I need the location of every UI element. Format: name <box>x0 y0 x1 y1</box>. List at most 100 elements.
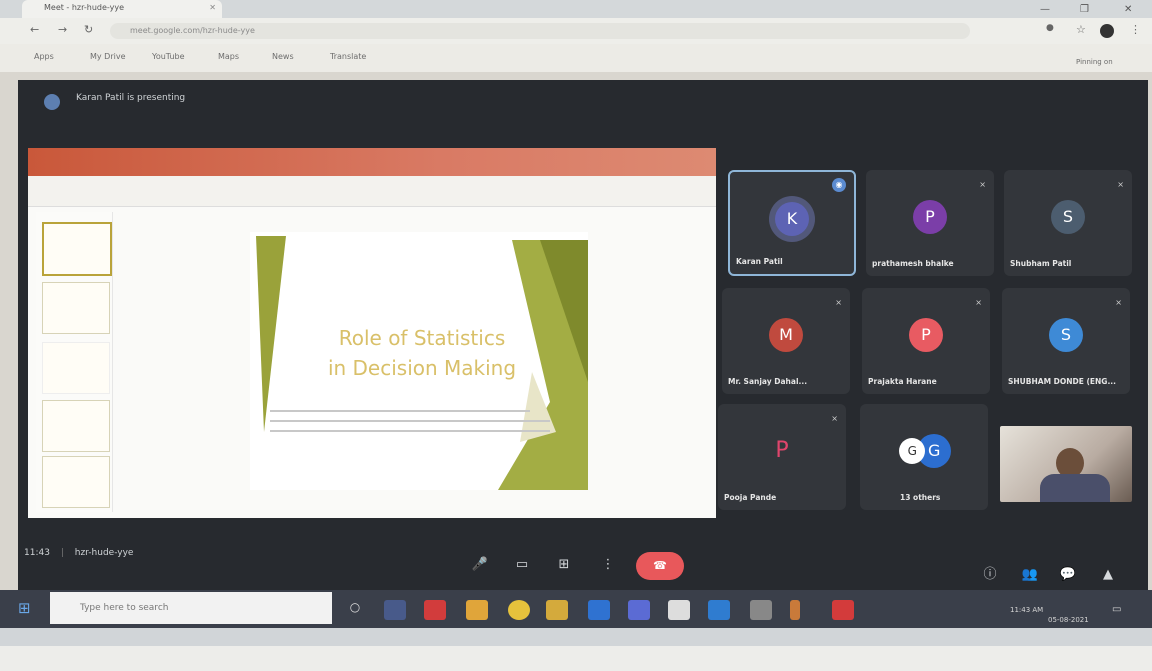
browser-tab[interactable]: Meet - hzr-hude-yye ✕ <box>22 0 222 18</box>
minimize-icon[interactable]: — <box>1040 4 1050 15</box>
mic-button[interactable]: 🎤 <box>466 552 494 578</box>
reload-icon[interactable]: ↻ <box>84 23 93 36</box>
camera-button[interactable]: ▭ <box>508 552 536 578</box>
participant-name: SHUBHAM DONDE (ENG... <box>1008 377 1117 386</box>
close-window-icon[interactable]: ✕ <box>1124 4 1132 15</box>
edge-icon[interactable] <box>588 600 610 620</box>
bookmark-translate[interactable]: Translate <box>330 52 366 61</box>
participant-name: Prajakta Harane <box>868 377 937 386</box>
slide-author-line <box>270 430 550 432</box>
taskbar-search-input[interactable]: Type here to search <box>50 592 332 624</box>
end-call-button[interactable]: ☎ <box>636 552 684 580</box>
url-field[interactable]: meet.google.com/hzr-hude-yye <box>110 23 970 39</box>
people-icon[interactable]: 👥 <box>1016 562 1044 588</box>
powerpoint-ribbon <box>28 176 716 207</box>
file-explorer-icon[interactable] <box>466 600 488 620</box>
browser-tab-bar: Meet - hzr-hude-yye ✕ — ❐ ✕ <box>0 0 1152 18</box>
star-icon[interactable]: ☆ <box>1076 23 1086 36</box>
speaking-icon: ◉ <box>832 178 846 192</box>
participant-name: Karan Patil <box>736 257 783 266</box>
self-video-tile[interactable] <box>1000 426 1132 502</box>
search-placeholder: Type here to search <box>80 603 169 613</box>
bookmark-my-drive[interactable]: My Drive <box>90 52 126 61</box>
back-icon[interactable]: ← <box>30 23 39 36</box>
slide-thumbnail[interactable] <box>42 282 110 334</box>
participant-tile[interactable]: S SHUBHAM DONDE (ENG... ⨯ <box>1002 288 1130 394</box>
store-icon[interactable] <box>668 600 690 620</box>
profile-avatar[interactable] <box>1100 24 1114 38</box>
participant-tile[interactable]: P Prajakta Harane ⨯ <box>862 288 990 394</box>
slide-author-line <box>270 420 550 422</box>
background-browser-address <box>0 646 1152 671</box>
clock-time[interactable]: 11:43 AM <box>1010 606 1043 614</box>
slide-title-line1: Role of Statistics <box>338 326 506 350</box>
bookmark-youtube[interactable]: YouTube <box>152 52 185 61</box>
participant-name: Shubham Patil <box>1010 259 1072 268</box>
bookmark-news[interactable]: News <box>272 52 294 61</box>
participant-avatar: K <box>775 202 809 236</box>
participant-avatar: P <box>775 438 789 463</box>
more-options-button[interactable]: ⋮ <box>594 552 622 578</box>
mic-off-icon: ⨯ <box>1117 180 1124 189</box>
mic-off-icon: ⨯ <box>835 298 842 307</box>
meeting-code: hzr-hude-yye <box>74 548 134 558</box>
participant-tile[interactable]: M Mr. Sanjay Dahal... ⨯ <box>722 288 850 394</box>
slide-thumbnail[interactable] <box>42 342 110 394</box>
presenting-label: Karan Patil is presenting <box>76 93 186 103</box>
mic-off-icon: ⨯ <box>975 298 982 307</box>
tab-title: Meet - hzr-hude-yye <box>44 3 125 12</box>
slide-thumbnail[interactable] <box>42 456 110 508</box>
teams-icon[interactable] <box>628 600 650 620</box>
bookmarks-bar: Apps My Drive YouTube Maps News Translat… <box>0 44 1152 72</box>
participant-name: Pooja Pande <box>724 493 777 502</box>
info-icon[interactable]: ⓘ <box>976 562 1004 588</box>
participant-tile[interactable]: P prathamesh bhalke ⨯ <box>866 170 994 276</box>
slide-author-line <box>270 410 530 412</box>
participant-avatar: S <box>1049 318 1083 352</box>
camera-person-body <box>1040 474 1110 502</box>
participant-avatar: M <box>769 318 803 352</box>
mic-off-icon: ⨯ <box>831 414 838 423</box>
powerpoint-icon[interactable] <box>832 600 854 620</box>
mic-off-icon: ⨯ <box>1115 298 1122 307</box>
slide-thumbnail[interactable] <box>42 400 110 452</box>
url-text: meet.google.com/hzr-hude-yye <box>130 26 255 35</box>
participant-avatar: S <box>1051 200 1085 234</box>
cortana-icon[interactable]: ○ <box>344 600 366 620</box>
notifications-icon[interactable]: ▭ <box>1112 604 1121 615</box>
meeting-time: 11:43 | hzr-hude-yye <box>24 548 134 558</box>
chrome-icon[interactable] <box>508 600 530 620</box>
participant-name: prathamesh bhalke <box>872 259 954 268</box>
powerpoint-title-bar <box>28 148 716 176</box>
mic-off-icon: ⨯ <box>979 180 986 189</box>
participant-name: Mr. Sanjay Dahal... <box>728 377 808 386</box>
activities-icon[interactable]: ▲ <box>1094 562 1122 588</box>
participant-tile[interactable]: S Shubham Patil ⨯ <box>1004 170 1132 276</box>
windows-start-icon[interactable]: ⊞ <box>18 598 38 618</box>
others-tile[interactable]: G G 13 others <box>860 404 988 510</box>
mail-icon[interactable] <box>708 600 730 620</box>
chat-icon[interactable]: 💬 <box>1054 562 1082 588</box>
folder-icon[interactable] <box>546 600 568 620</box>
forward-icon[interactable]: → <box>58 23 67 36</box>
participant-avatar: P <box>913 200 947 234</box>
clock-date[interactable]: 05-08-2021 <box>1048 616 1089 624</box>
address-bar-row: ← → ↻ meet.google.com/hzr-hude-yye ● ☆ ⋮ <box>0 18 1152 44</box>
pinned-label[interactable]: Pinning on <box>1076 58 1113 66</box>
slide-thumbnail[interactable] <box>42 222 112 276</box>
participant-avatar: P <box>909 318 943 352</box>
close-tab-icon[interactable]: ✕ <box>209 0 216 16</box>
app-icon[interactable] <box>750 600 772 620</box>
participant-tile[interactable]: P Pooja Pande ⨯ <box>718 404 846 510</box>
participant-name: 13 others <box>900 493 941 502</box>
bookmark-maps[interactable]: Maps <box>218 52 239 61</box>
task-view-icon[interactable] <box>384 600 406 620</box>
app-icon[interactable] <box>790 600 800 620</box>
maximize-icon[interactable]: ❐ <box>1080 4 1089 15</box>
participant-tile[interactable]: K Karan Patil ◉ <box>728 170 856 276</box>
app-icon[interactable] <box>424 600 446 620</box>
present-button[interactable]: ⊞ <box>550 552 578 578</box>
menu-icon[interactable]: ⋮ <box>1130 23 1141 36</box>
bookmark-apps[interactable]: Apps <box>34 52 54 61</box>
extension-icon[interactable]: ● <box>1046 23 1054 33</box>
